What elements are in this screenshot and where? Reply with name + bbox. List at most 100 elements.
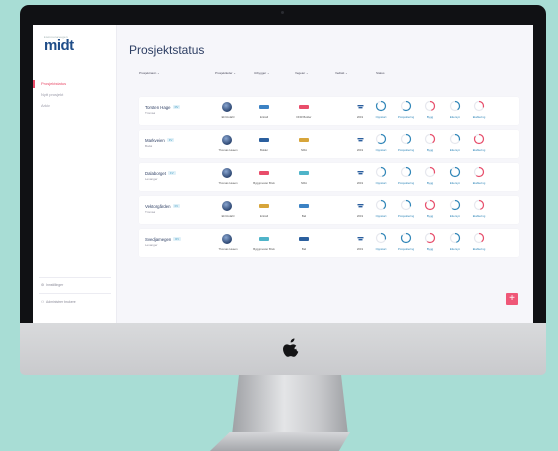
- status-gauge: [424, 199, 436, 211]
- status-stage-label: Oppstart: [375, 247, 387, 251]
- avatar: [222, 102, 232, 112]
- status-gauge: [449, 199, 461, 211]
- owner-logo: [299, 138, 309, 142]
- header-builder[interactable]: Utbygger ⌄: [254, 71, 270, 75]
- avatar: [222, 168, 232, 178]
- project-location: Levanger: [145, 243, 158, 247]
- imac-display: kommunevegen midt Prosjektstatus Nytt pr…: [20, 5, 546, 323]
- settings-link[interactable]: ⚙ Innstillinger: [41, 283, 63, 287]
- settings-label: Innstillinger: [46, 283, 64, 287]
- project-name[interactable]: Torsten Hage RV: [145, 105, 181, 110]
- app-logo[interactable]: kommunevegen midt: [44, 35, 74, 53]
- project-name[interactable]: Svedjamegen RV: [145, 237, 182, 242]
- project-location: Bodø: [145, 144, 153, 148]
- owner-name: Bøl: [301, 214, 307, 218]
- project-leader-name: Eli Rodahl: [221, 115, 235, 119]
- status-gauge: [400, 100, 412, 112]
- status-stage-label: Prosjektering: [397, 214, 415, 218]
- owner-logo: [299, 105, 309, 109]
- status-gauge: [424, 133, 436, 145]
- status-gauge: [400, 199, 412, 211]
- camera: [281, 11, 284, 14]
- approved-icon: [357, 237, 364, 241]
- active-nav-marker: [33, 80, 35, 88]
- status-stage-label: Bygg: [426, 181, 434, 185]
- status-gauge: [473, 133, 485, 145]
- status-stage-label: Ettersyn: [449, 214, 461, 218]
- owner-logo: [299, 204, 309, 208]
- status-gauge: [449, 133, 461, 145]
- status-gauge: [449, 232, 461, 244]
- header-project-name[interactable]: Prosjektnavn ⌄: [139, 71, 160, 75]
- builder-name: Byggmester Bruk: [253, 247, 275, 251]
- status-gauge: [375, 166, 387, 178]
- project-row[interactable]: Svedjamegen RV Levanger Thomas Heaon Bygg…: [139, 229, 519, 257]
- status-gauge: [400, 166, 412, 178]
- header-approved[interactable]: Vedtatt ⌄: [335, 71, 348, 75]
- status-stage-label: Ettersyn: [449, 115, 461, 119]
- project-row[interactable]: Markveien FV Bodø Thomas Heaon Bolder NRA…: [139, 130, 519, 158]
- builder-logo: [259, 105, 269, 109]
- header-owner[interactable]: Vegeier ⌄: [295, 71, 309, 75]
- status-stage-label: Oppstart: [375, 214, 387, 218]
- gear-icon: ⚙: [41, 283, 45, 287]
- status-stage-label: Bygg: [426, 214, 434, 218]
- approved-icon: [357, 171, 364, 175]
- builder-name: Bolder: [259, 148, 269, 152]
- imac-stand: [232, 375, 348, 435]
- project-leader-name: Eli Rodahl: [221, 214, 235, 218]
- status-stage-label: Ettersyn: [449, 148, 461, 152]
- status-stage-label: Ettersyn: [449, 247, 461, 251]
- road-type-badge: FV: [166, 138, 175, 142]
- project-name[interactable]: Dalaborget FV: [145, 171, 176, 176]
- avatar: [222, 135, 232, 145]
- approved-icon: [357, 204, 364, 208]
- project-name[interactable]: Vektorgården FV: [145, 204, 181, 209]
- status-gauge: [424, 166, 436, 178]
- status-stage-label: Oppstart: [375, 115, 387, 119]
- project-location: Tromsø: [145, 111, 156, 115]
- owner-name: NRA: [301, 181, 307, 185]
- status-stage-label: Prosjektering: [397, 181, 415, 185]
- owner-name: NRA: [301, 148, 307, 152]
- project-leader-name: Thomas Heaon: [218, 247, 238, 251]
- sidebar: kommunevegen midt Prosjektstatus Nytt pr…: [33, 25, 117, 323]
- project-row[interactable]: Torsten Hage RV Tromsø Eli Rodahl Entrall…: [139, 97, 519, 125]
- status-stage-label: Bygg: [426, 115, 434, 119]
- road-type-badge: RV: [173, 237, 182, 241]
- header-status: Status: [376, 71, 385, 75]
- status-gauge: [424, 100, 436, 112]
- status-gauge: [473, 166, 485, 178]
- road-type-badge: FV: [172, 204, 181, 208]
- sidebar-item-nytt-prosjekt[interactable]: Nytt prosjekt: [41, 92, 63, 97]
- header-project-leader[interactable]: Prosjektleder ⌄: [215, 71, 236, 75]
- sidebar-divider: [39, 277, 111, 278]
- builder-name: Entrall: [260, 214, 268, 218]
- manage-users-link[interactable]: ⚇ Administrer brukere: [41, 300, 76, 304]
- status-stage-label: Etablering: [472, 148, 486, 152]
- status-gauge: [375, 199, 387, 211]
- status-stage-label: Prosjektering: [397, 148, 415, 152]
- status-gauge: [473, 232, 485, 244]
- status-stage-label: Bygg: [426, 148, 434, 152]
- builder-logo: [259, 204, 269, 208]
- sidebar-divider: [39, 293, 111, 294]
- status-stage-label: Oppstart: [375, 181, 387, 185]
- add-project-button[interactable]: +: [506, 293, 518, 305]
- project-location: Levanger: [145, 177, 158, 181]
- builder-logo: [259, 171, 269, 175]
- status-stage-label: Prosjektering: [397, 247, 415, 251]
- road-type-badge: FV: [168, 171, 176, 175]
- app-screen: kommunevegen midt Prosjektstatus Nytt pr…: [33, 25, 533, 323]
- owner-name: DNR Bolder: [296, 115, 312, 119]
- project-leader-name: Thomas Heaon: [218, 148, 238, 152]
- approved-icon: [357, 105, 364, 109]
- status-gauge: [424, 232, 436, 244]
- project-row[interactable]: Vektorgården FV Tromsø Eli Rodahl Entrall…: [139, 196, 519, 224]
- owner-name: Bøl: [301, 247, 307, 251]
- project-row[interactable]: Dalaborget FV Levanger Thomas Heaon Byggm…: [139, 163, 519, 191]
- sidebar-item-arkiv[interactable]: Arkiv: [41, 103, 50, 108]
- sidebar-item-prosjektstatus[interactable]: Prosjektstatus: [41, 81, 66, 86]
- avatar: [222, 234, 232, 244]
- project-name[interactable]: Markveien FV: [145, 138, 175, 143]
